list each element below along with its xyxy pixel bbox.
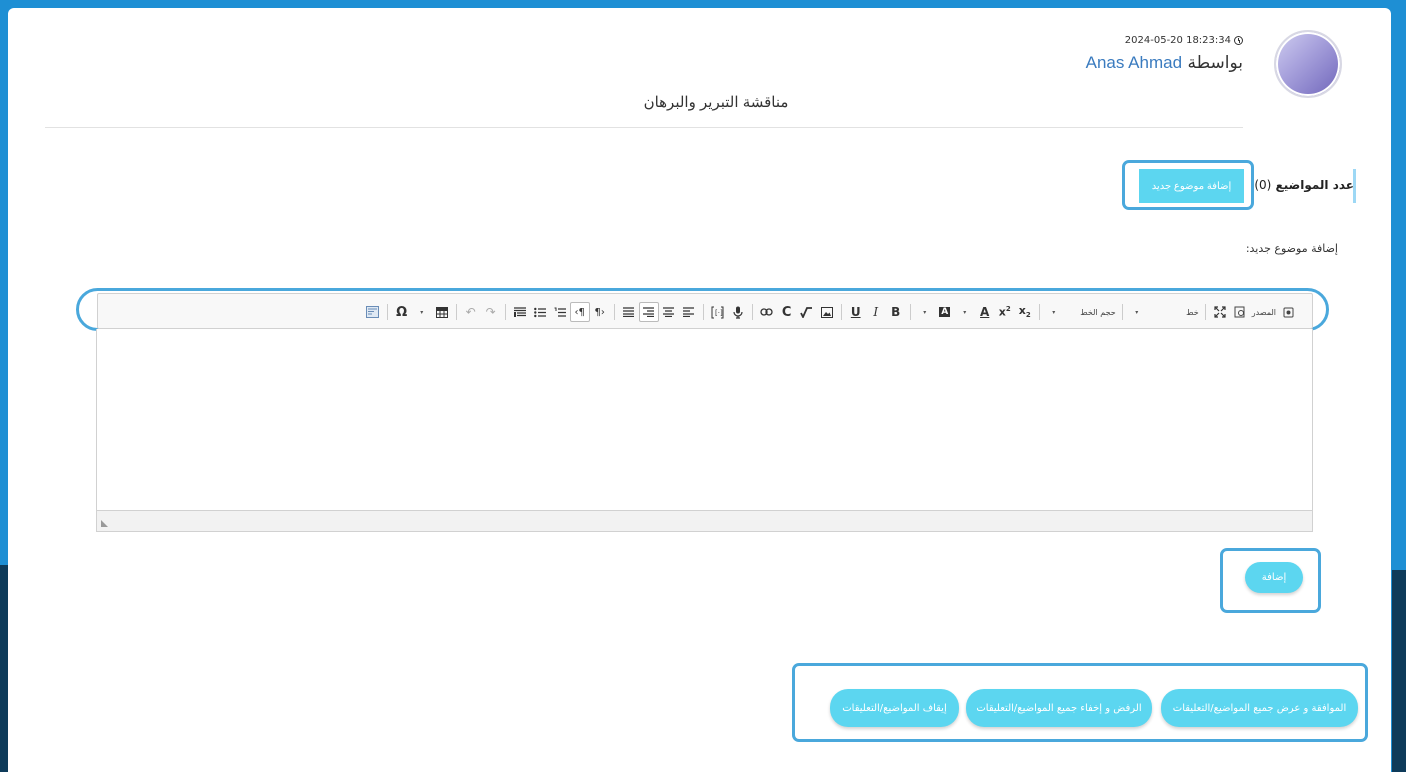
right-edge-strip	[1392, 570, 1406, 772]
new-topic-button[interactable]: إضافة موضوع جديد	[1139, 169, 1244, 203]
maximize-icon[interactable]	[1210, 302, 1230, 322]
numbered-list-icon[interactable]	[550, 302, 570, 322]
editor-content-area[interactable]	[96, 329, 1313, 511]
placeholder-icon[interactable]: [·]	[708, 302, 728, 322]
topics-count-label: عدد المواضيع (0)	[1254, 178, 1354, 192]
stop-topics-button[interactable]: إيقاف المواضيع/التعليقات	[830, 689, 959, 727]
editor-toolbar: المصدر خط ▾ حجم الخط ▾ x2 x2 A ▾ A ▾ B I…	[97, 293, 1313, 329]
datetime-text: 2024-05-20 18:23:34	[1124, 35, 1231, 46]
preview-icon[interactable]	[1230, 302, 1250, 322]
approve-all-button[interactable]: الموافقة و عرض جميع المواضيع/التعليقات	[1161, 689, 1358, 727]
author-link[interactable]: Anas Ahmad	[1086, 53, 1182, 72]
templates-icon[interactable]	[363, 302, 383, 322]
toolbar-separator	[751, 304, 753, 320]
text-direction-rtl-icon[interactable]: ‹¶	[569, 302, 590, 322]
font-dropdown-arrow-icon[interactable]: ▾	[1127, 302, 1147, 322]
align-right-icon[interactable]	[638, 302, 659, 322]
toolbar-separator	[455, 304, 457, 320]
font-combo[interactable]: خط	[1147, 302, 1201, 322]
author-avatar	[1274, 30, 1342, 98]
toolbar-separator	[613, 304, 615, 320]
divider	[45, 127, 1243, 128]
align-left-icon[interactable]	[679, 302, 699, 322]
image-icon[interactable]	[817, 302, 837, 322]
font-combo-label: خط	[1186, 307, 1199, 317]
text-color-arrow-icon[interactable]: ▾	[955, 302, 975, 322]
resize-handle-icon[interactable]	[101, 520, 108, 527]
text-direction-ltr-icon[interactable]: ¶›	[590, 302, 610, 322]
background-color-icon[interactable]: A	[935, 302, 955, 322]
toolbar-separator	[504, 304, 506, 320]
superscript-icon[interactable]: x2	[995, 302, 1015, 322]
bold-icon[interactable]: B	[886, 302, 906, 322]
source-icon[interactable]	[1278, 302, 1298, 322]
font-size-combo-label: حجم الخط	[1080, 307, 1116, 317]
link-icon[interactable]	[757, 302, 777, 322]
text-color-icon[interactable]: A	[975, 302, 995, 322]
topics-count: (0)	[1254, 178, 1272, 192]
italic-icon[interactable]: I	[866, 302, 886, 322]
blockquote-icon[interactable]	[510, 302, 530, 322]
redo-icon[interactable]: ↷	[481, 302, 501, 322]
post-title: مناقشة التبرير والبرهان	[643, 94, 789, 111]
toolbar-separator	[386, 304, 388, 320]
bulleted-list-icon[interactable]	[530, 302, 550, 322]
font-size-combo[interactable]: حجم الخط	[1064, 302, 1118, 322]
underline-icon[interactable]: U	[846, 302, 866, 322]
toolbar-separator	[1038, 304, 1040, 320]
background-color-arrow-icon[interactable]: ▾	[915, 302, 935, 322]
font-size-dropdown-arrow-icon[interactable]: ▾	[1044, 302, 1064, 322]
editor-statusbar	[96, 510, 1313, 532]
add-button[interactable]: إضافة	[1245, 562, 1303, 593]
topics-label-text: عدد المواضيع	[1275, 178, 1354, 192]
toolbar-separator	[909, 304, 911, 320]
undo-icon[interactable]: ↶	[461, 302, 481, 322]
reject-all-button[interactable]: الرفض و إخفاء جميع المواضيع/التعليقات	[966, 689, 1152, 727]
math-icon[interactable]	[797, 302, 817, 322]
subscript-icon[interactable]: x2	[1015, 302, 1035, 322]
toolbar-separator	[1204, 304, 1206, 320]
justify-icon[interactable]	[619, 302, 639, 322]
align-center-icon[interactable]	[659, 302, 679, 322]
toolbar-separator	[702, 304, 704, 320]
clock-icon	[1234, 36, 1243, 45]
chemistry-icon[interactable]: C	[777, 302, 797, 322]
toolbar-separator	[840, 304, 842, 320]
post-author-line: بواسطة Anas Ahmad	[1086, 53, 1243, 73]
microphone-icon[interactable]	[728, 302, 748, 322]
new-topic-section-label: إضافة موضوع جديد:	[1245, 242, 1338, 255]
by-label: بواسطة	[1187, 53, 1243, 73]
post-datetime: 2024-05-20 18:23:34	[1125, 35, 1243, 46]
special-character-icon[interactable]: Ω	[392, 302, 412, 322]
table-arrow-icon[interactable]: ▾	[412, 302, 432, 322]
source-button[interactable]: المصدر	[1250, 302, 1278, 322]
toolbar-separator	[1121, 304, 1123, 320]
toolbar-items: المصدر خط ▾ حجم الخط ▾ x2 x2 A ▾ A ▾ B I…	[363, 302, 1298, 322]
post-card: 2024-05-20 18:23:34 بواسطة Anas Ahmad من…	[8, 8, 1391, 772]
svg-text:[·]: [·]	[715, 309, 723, 317]
left-edge-strip	[0, 565, 8, 772]
table-icon[interactable]	[432, 302, 452, 322]
